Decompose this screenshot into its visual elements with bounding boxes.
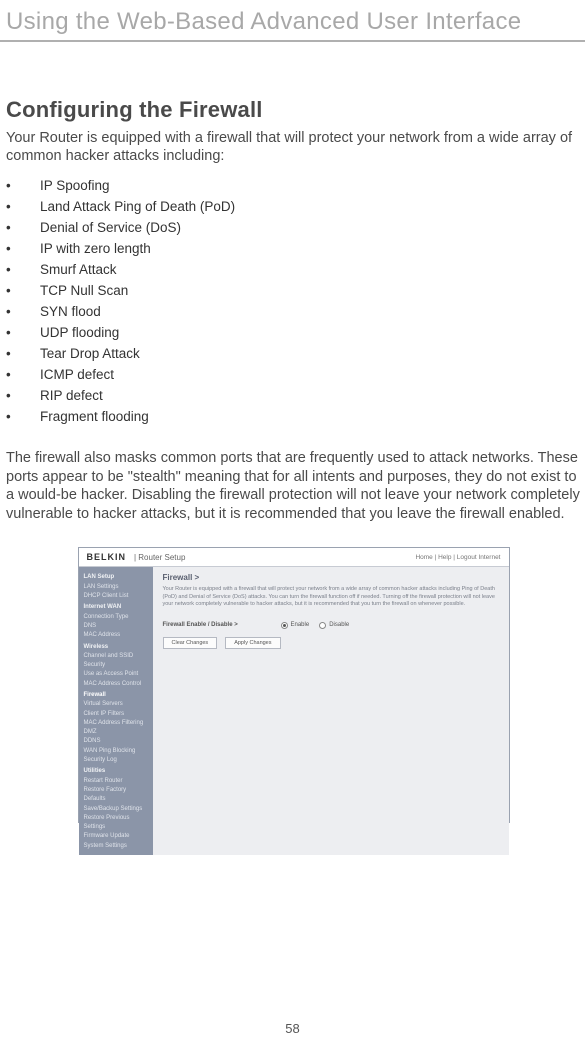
bullet-icon: • (6, 283, 40, 298)
router-topbar: BELKIN | Router Setup Home | Help | Logo… (79, 548, 509, 567)
brand-sub-label: | Router Setup (134, 553, 185, 562)
sidebar-item[interactable]: Restore Previous Settings (84, 814, 148, 833)
firewall-desc: Your Router is equipped with a firewall … (163, 586, 499, 607)
apply-changes-button[interactable]: Apply Changes (225, 637, 280, 649)
bullet-icon: • (6, 388, 40, 403)
list-item: •Tear Drop Attack (6, 343, 581, 364)
sidebar-item[interactable]: Security Log (84, 756, 148, 765)
sidebar-item[interactable]: Client IP Filters (84, 710, 148, 719)
list-item-label: Fragment flooding (40, 409, 149, 424)
firewall-setting-row: Firewall Enable / Disable > Enable Disab… (163, 622, 499, 629)
list-item: •UDP flooding (6, 322, 581, 343)
list-item: •Land Attack Ping of Death (PoD) (6, 196, 581, 217)
sidebar-item[interactable]: Restore Factory Defaults (84, 786, 148, 805)
list-item-label: RIP defect (40, 388, 103, 403)
list-item-label: Smurf Attack (40, 262, 117, 277)
sidebar-item[interactable]: LAN Settings (84, 583, 148, 592)
list-item: •SYN flood (6, 301, 581, 322)
attack-list: •IP Spoofing •Land Attack Ping of Death … (6, 175, 581, 427)
bullet-icon: • (6, 325, 40, 340)
list-item-label: IP with zero length (40, 241, 151, 256)
list-item: •IP with zero length (6, 238, 581, 259)
router-buttons: Clear Changes Apply Changes (163, 637, 499, 649)
bullet-icon: • (6, 241, 40, 256)
bullet-icon: • (6, 178, 40, 193)
radio-icon (281, 622, 288, 629)
page-number: 58 (0, 1021, 585, 1036)
sidebar-group-header: Internet WAN (84, 603, 148, 612)
bullet-icon: • (6, 346, 40, 361)
bullet-icon: • (6, 262, 40, 277)
sidebar-item[interactable]: WAN Ping Blocking (84, 747, 148, 756)
radio-icon (319, 622, 326, 629)
router-brand: BELKIN | Router Setup (87, 552, 186, 562)
router-screenshot: BELKIN | Router Setup Home | Help | Logo… (6, 547, 581, 823)
disable-radio[interactable]: Disable (319, 622, 349, 629)
list-item-label: TCP Null Scan (40, 283, 128, 298)
clear-changes-button[interactable]: Clear Changes (163, 637, 218, 649)
sidebar-item[interactable]: MAC Address Control (84, 680, 148, 689)
sidebar-item[interactable]: Firmware Update (84, 832, 148, 841)
list-item-label: SYN flood (40, 304, 101, 319)
list-item: •Fragment flooding (6, 406, 581, 427)
sidebar-item[interactable]: Use as Access Point (84, 670, 148, 679)
enable-radio[interactable]: Enable (281, 622, 310, 629)
sidebar-item[interactable]: Virtual Servers (84, 700, 148, 709)
section-paragraph: The firewall also masks common ports tha… (6, 449, 581, 523)
brand-label: BELKIN (87, 552, 127, 562)
sidebar-item[interactable]: MAC Address Filtering (84, 719, 148, 728)
sidebar-group-header: LAN Setup (84, 573, 148, 582)
content-area: Configuring the Firewall Your Router is … (0, 97, 585, 823)
router-setup-window: BELKIN | Router Setup Home | Help | Logo… (78, 547, 510, 823)
list-item-label: UDP flooding (40, 325, 119, 340)
list-item-label: IP Spoofing (40, 178, 110, 193)
list-item: •Denial of Service (DoS) (6, 217, 581, 238)
list-item: •IP Spoofing (6, 175, 581, 196)
page-header: Using the Web-Based Advanced User Interf… (0, 0, 585, 40)
router-main: Firewall > Your Router is equipped with … (153, 567, 509, 855)
bullet-icon: • (6, 220, 40, 235)
sidebar-item[interactable]: DNS (84, 622, 148, 631)
list-item: •ICMP defect (6, 364, 581, 385)
sidebar-item[interactable]: Channel and SSID (84, 652, 148, 661)
header-rule (0, 40, 585, 42)
section-title: Configuring the Firewall (6, 97, 581, 123)
sidebar-item[interactable]: DMZ (84, 728, 148, 737)
router-sidebar: LAN Setup LAN Settings DHCP Client List … (79, 567, 153, 855)
list-item-label: Tear Drop Attack (40, 346, 140, 361)
list-item-label: Denial of Service (DoS) (40, 220, 181, 235)
bullet-icon: • (6, 304, 40, 319)
list-item: •RIP defect (6, 385, 581, 406)
radio-label: Enable (291, 622, 310, 628)
router-top-links[interactable]: Home | Help | Logout Internet (415, 554, 500, 561)
sidebar-item[interactable]: Save/Backup Settings (84, 805, 148, 814)
sidebar-group-header: Utilities (84, 767, 148, 776)
sidebar-group-header-selected[interactable]: Firewall (84, 691, 148, 700)
list-item-label: Land Attack Ping of Death (PoD) (40, 199, 235, 214)
list-item-label: ICMP defect (40, 367, 114, 382)
list-item: •TCP Null Scan (6, 280, 581, 301)
bullet-icon: • (6, 199, 40, 214)
sidebar-group-header: Wireless (84, 643, 148, 652)
sidebar-item[interactable]: Connection Type (84, 613, 148, 622)
sidebar-item[interactable]: Security (84, 661, 148, 670)
firewall-title: Firewall > (163, 573, 499, 582)
bullet-icon: • (6, 367, 40, 382)
sidebar-item[interactable]: System Settings (84, 842, 148, 851)
radio-label: Disable (329, 622, 349, 628)
list-item: •Smurf Attack (6, 259, 581, 280)
sidebar-item[interactable]: Restart Router (84, 777, 148, 786)
router-body: LAN Setup LAN Settings DHCP Client List … (79, 567, 509, 855)
section-intro: Your Router is equipped with a firewall … (6, 129, 581, 165)
sidebar-item[interactable]: DDNS (84, 737, 148, 746)
sidebar-item[interactable]: MAC Address (84, 631, 148, 640)
sidebar-item[interactable]: DHCP Client List (84, 592, 148, 601)
firewall-setting-label: Firewall Enable / Disable > (163, 622, 271, 628)
bullet-icon: • (6, 409, 40, 424)
